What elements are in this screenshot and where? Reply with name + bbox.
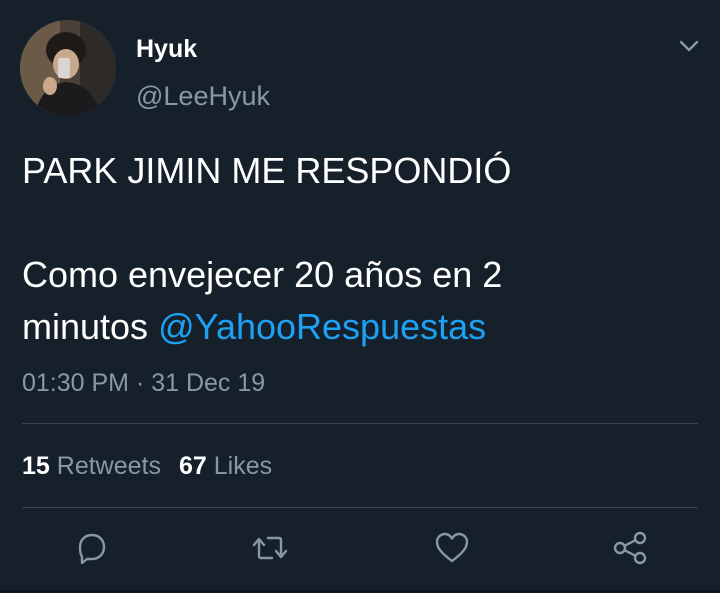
likes-stat[interactable]: 67 Likes (179, 450, 272, 482)
author-display-name[interactable]: Hyuk (136, 34, 197, 64)
retweets-label: Retweets (56, 452, 161, 480)
tweet-text: PARK JIMIN ME RESPONDIÓ Como envejecer 2… (22, 145, 702, 353)
likes-label: Likes (213, 452, 273, 480)
tweet-timestamp[interactable]: 01:30 PM · 31 Dec 19 (22, 367, 265, 399)
retweet-icon[interactable] (250, 528, 290, 568)
reply-icon[interactable] (72, 528, 112, 568)
divider (22, 423, 698, 424)
share-icon[interactable] (610, 528, 650, 568)
tweet-text-line-2: Como envejecer 20 años en 2 (22, 254, 503, 295)
action-bar (0, 528, 720, 568)
tweet-text-line-3: minutos @YahooRespuestas (22, 301, 702, 353)
retweets-stat[interactable]: 15 Retweets (22, 450, 161, 482)
heart-icon[interactable] (432, 528, 472, 568)
tweet-text-line-3-prefix: minutos (22, 306, 159, 347)
chevron-down-icon[interactable] (676, 36, 702, 56)
divider (22, 507, 698, 508)
engagement-stats: 15 Retweets 67 Likes (22, 450, 290, 482)
retweets-count: 15 (22, 452, 50, 480)
avatar[interactable] (20, 20, 116, 116)
mention-link[interactable]: @YahooRespuestas (158, 306, 486, 347)
likes-count: 67 (178, 452, 207, 480)
profile-photo-image (20, 20, 116, 116)
tweet-detail: Hyuk @LeeHyuk PARK JIMIN ME RESPONDIÓ Co… (0, 0, 720, 593)
tweet-text-line-1: PARK JIMIN ME RESPONDIÓ (22, 150, 512, 191)
author-handle[interactable]: @LeeHyuk (136, 80, 270, 112)
